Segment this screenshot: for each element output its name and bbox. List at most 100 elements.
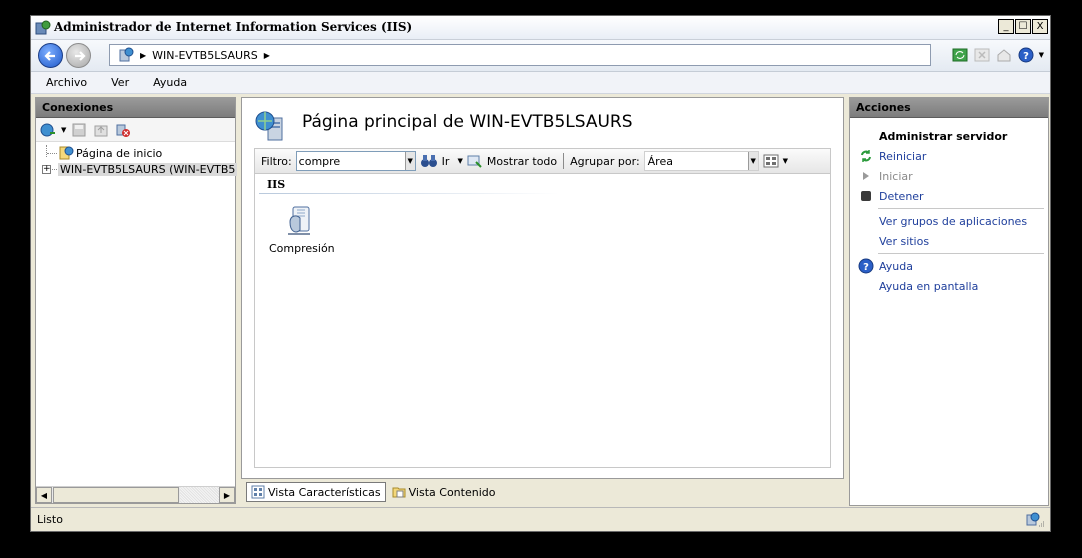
action-label: Ver sitios [879,234,930,248]
minimize-button[interactable]: _ [998,19,1014,34]
connections-tree: Página de inicio + WIN-EVTB5LSAURS (WIN-… [36,142,238,177]
tab-content-view[interactable]: Vista Contenido [388,482,500,502]
action-view-sites[interactable]: Ver sitios [854,231,1048,251]
toolbar-separator [563,153,565,169]
window-title: Administrador de Internet Information Se… [54,20,413,34]
menu-ver[interactable]: Ver [108,74,132,91]
title-bar: Administrador de Internet Information Se… [31,16,1050,40]
action-label: Administrar servidor [879,129,1008,143]
show-all-icon [467,155,482,168]
filter-input[interactable]: compre ▼ [295,151,416,171]
page-title: Página principal de WIN-EVTB5LSAURS [302,112,633,132]
connections-panel: Conexiones ▼ Página de inicio + WIN-EVTB… [35,97,238,504]
chevron-down-icon[interactable]: ▼ [404,152,415,170]
chevron-down-icon[interactable]: ▼ [457,157,462,165]
close-button[interactable]: X [1032,19,1048,34]
up-level-icon[interactable] [92,121,110,139]
breadcrumb-chevron-icon: ▶ [140,50,147,60]
menu-ayuda[interactable]: Ayuda [150,74,190,91]
iis-manager-window: Administrador de Internet Information Se… [30,15,1051,532]
tab-label: Vista Contenido [408,485,496,499]
binoculars-icon[interactable] [420,154,438,168]
home-icon[interactable] [995,46,1013,64]
show-all-button[interactable]: Mostrar todo [487,155,557,168]
tree-connector [46,145,47,157]
filter-label: Filtro: [261,154,292,168]
action-start[interactable]: Iniciar [854,166,1048,186]
tree-item-server[interactable]: + WIN-EVTB5LSAURS (WIN-EVTB5 [36,161,238,177]
status-text: Listo [37,513,63,526]
group-by-label: Agrupar por: [570,154,640,168]
connections-toolbar: ▼ [36,118,235,142]
tab-label: Vista Características [268,485,381,499]
action-stop[interactable]: Detener [854,186,1048,206]
content-view-icon [392,487,406,498]
chevron-down-icon[interactable]: ▼ [783,157,788,165]
forward-button[interactable] [66,43,91,68]
svg-text:?: ? [1023,51,1029,62]
scroll-track[interactable] [180,487,219,503]
arrow-left-icon [43,50,55,61]
tab-features-view[interactable]: Vista Características [246,482,386,502]
connections-header: Conexiones [36,98,235,118]
start-page-icon [59,146,74,160]
help-icon: ? [858,258,874,274]
actions-divider [878,253,1044,254]
breadcrumb-server[interactable]: WIN-EVTB5LSAURS [152,49,258,62]
svg-text:?: ? [863,262,869,273]
start-icon [858,168,874,184]
tree-item-start-page[interactable]: Página de inicio [36,145,235,161]
address-bar[interactable]: ▶ WIN-EVTB5LSAURS ▶ [109,44,931,66]
view-tabs: Vista Características Vista Contenido [246,482,499,502]
feature-compression[interactable]: Compresión [269,204,335,255]
tree-label: WIN-EVTB5LSAURS (WIN-EVTB5 [58,162,238,176]
tree-label: Página de inicio [76,146,163,160]
chevron-down-icon[interactable]: ▼ [747,152,758,170]
server-icon [119,47,134,62]
disconnect-icon[interactable] [114,121,132,139]
navigation-bar: ▶ WIN-EVTB5LSAURS ▶ ? ▼ [31,40,1050,72]
help-icon[interactable]: ? [1017,46,1035,64]
menu-archivo[interactable]: Archivo [43,74,90,91]
group-header: IIS [267,178,286,191]
stop-icon [858,188,874,204]
chevron-down-icon[interactable]: ▼ [61,126,66,134]
action-restart[interactable]: Reiniciar [854,146,1048,166]
action-help[interactable]: ? Ayuda [854,256,1048,276]
server-home-icon [255,111,283,141]
stop-loading-icon[interactable] [973,46,991,64]
save-icon[interactable] [70,121,88,139]
action-label: Iniciar [879,169,913,183]
back-button[interactable] [38,43,63,68]
view-mode-icon[interactable] [763,154,779,168]
arrow-right-icon [74,50,86,61]
refresh-icon[interactable] [951,46,969,64]
actions-panel: Acciones Administrar servidor Reiniciar … [849,97,1049,506]
tree-connector [47,153,57,154]
action-view-app-pools[interactable]: Ver grupos de aplicaciones [854,211,1048,231]
chevron-down-icon[interactable]: ▼ [1039,51,1044,59]
scroll-right-button[interactable]: ▶ [219,487,235,503]
action-manage-server-heading: Administrar servidor [854,126,1048,146]
tree-connector [52,169,57,170]
features-view-icon [251,485,265,499]
go-button[interactable]: Ir [442,155,450,168]
menu-bar: Archivo Ver Ayuda [31,72,1050,94]
action-label: Ver grupos de aplicaciones [879,214,1028,228]
maximize-button[interactable]: ☐ [1015,19,1031,34]
group-by-select[interactable]: Área ▼ [643,151,759,171]
expand-toggle[interactable]: + [42,165,51,174]
scroll-left-button[interactable]: ◀ [36,487,52,503]
action-online-help[interactable]: Ayuda en pantalla [854,276,1048,296]
iis-app-icon [35,20,51,35]
actions-header: Acciones [850,98,1048,118]
connect-icon[interactable] [39,121,57,139]
network-status-icon [1026,512,1044,527]
action-label: Ayuda en pantalla [879,279,979,293]
group-by-value: Área [647,154,673,168]
features-view: IIS Compresión [254,174,831,468]
scroll-thumb[interactable] [53,487,179,503]
horizontal-scrollbar[interactable]: ◀ ▶ [36,486,235,503]
group-divider [259,193,559,194]
compression-icon [288,206,310,235]
